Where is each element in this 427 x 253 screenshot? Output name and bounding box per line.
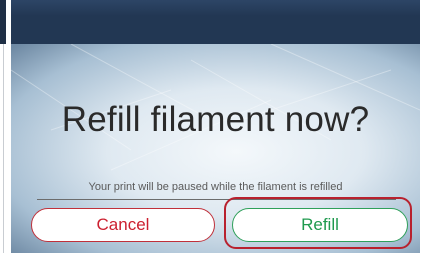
- cancel-button[interactable]: Cancel: [31, 208, 215, 242]
- refill-button[interactable]: Refill: [232, 208, 408, 242]
- left-panel-divider: [3, 44, 4, 253]
- title-bar-gloss: [11, 0, 420, 16]
- dialog-title: Refill filament now?: [61, 100, 370, 139]
- dialog-message: Your print will be paused while the fila…: [88, 181, 343, 193]
- printer-screen: Refill filament now? Your print will be …: [11, 0, 420, 253]
- left-panel-header-strip: [0, 0, 6, 44]
- title-bar: [11, 0, 420, 44]
- left-panel-edge: [0, 0, 11, 253]
- app-frame: Refill filament now? Your print will be …: [0, 0, 427, 253]
